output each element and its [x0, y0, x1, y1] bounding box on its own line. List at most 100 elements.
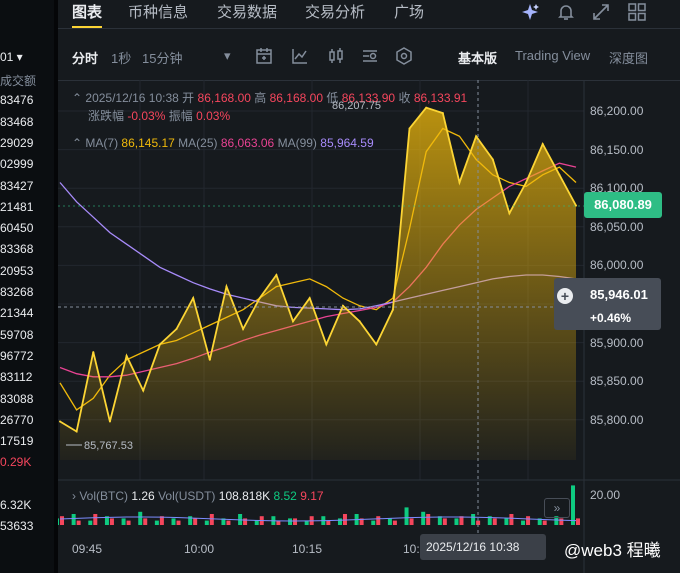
order-list-row: 6.32K: [0, 498, 32, 512]
volume-collapse-icon[interactable]: ›: [72, 489, 76, 503]
price-point: [208, 358, 211, 361]
volume-bar-up: [58, 518, 59, 525]
volume-bar-down: [442, 518, 447, 525]
x-tick-label: 10:15: [292, 542, 323, 556]
volume-bar-down: [176, 520, 181, 525]
volume-bar-up: [404, 507, 409, 525]
y-tick-label: 85,900.00: [590, 335, 644, 350]
vol-btc-value: 1.26: [131, 489, 155, 503]
interval-1s[interactable]: 1秒: [111, 48, 131, 67]
order-list-row: 83427: [0, 178, 34, 193]
y-tick-label: 85,800.00: [590, 412, 644, 427]
interval-line[interactable]: 分时: [72, 48, 98, 67]
order-list-row: 96772: [0, 348, 34, 363]
price-point: [308, 297, 311, 300]
volume-bar-up: [521, 520, 526, 525]
collapse-ma-icon[interactable]: ⌃: [72, 136, 82, 150]
tab-chart[interactable]: 图表: [72, 1, 102, 22]
chart-panel: 图表 币种信息 交易数据 交易分析 广场 分时 1秒 15分钟 ▾ 基本版 Tr…: [58, 0, 680, 573]
grid-icon[interactable]: [627, 2, 647, 22]
interval-15m[interactable]: 15分钟: [142, 48, 182, 67]
ma99-value: 85,964.59: [320, 136, 374, 150]
price-point: [558, 173, 561, 176]
calendar-icon[interactable]: [254, 46, 274, 66]
volume-bar-up: [421, 511, 426, 525]
volume-bar-up: [337, 518, 342, 525]
price-point: [108, 420, 111, 423]
volume-bar-down: [193, 518, 198, 525]
expand-icon[interactable]: [591, 2, 611, 22]
mode-depth[interactable]: 深度图: [609, 48, 648, 67]
volume-bar-down: [559, 518, 564, 525]
precision-dropdown[interactable]: 01 ▾: [0, 50, 23, 64]
volume-bar-up: [504, 518, 509, 525]
volume-bar-down: [492, 518, 497, 525]
add-alert-icon[interactable]: +: [557, 288, 573, 304]
top-tab-bar: 图表 币种信息 交易数据 交易分析 广场: [58, 0, 680, 29]
scroll-right-button[interactable]: »: [544, 498, 570, 518]
volume-bar-down: [409, 518, 414, 525]
candlestick-icon[interactable]: [326, 46, 346, 66]
high-marker: 86,207.75: [332, 100, 381, 112]
price-point: [75, 430, 78, 433]
settings-lines-icon[interactable]: [360, 46, 380, 66]
volume-bar-up: [454, 518, 459, 525]
watermark-text: @web3 程曦: [564, 541, 661, 560]
volume-bar-up: [288, 518, 293, 525]
mode-tradingview[interactable]: Trading View: [515, 48, 590, 63]
indicator-icon[interactable]: [290, 46, 310, 66]
price-point: [59, 420, 61, 423]
order-list-row: 83268: [0, 285, 34, 299]
order-list-row: 59708: [0, 327, 34, 342]
crosshair-price-box: + 85,946.01 +0.46%: [554, 278, 661, 330]
volume-bar-down: [326, 520, 331, 525]
amp-value: 0.03%: [196, 109, 231, 123]
last-price-badge: 86,080.89: [584, 192, 662, 218]
ma-info: ⌃ MA(7) 86,145.17 MA(25) 86,063.06 MA(99…: [72, 136, 374, 150]
hexagon-settings-icon[interactable]: [394, 46, 414, 66]
price-point: [142, 389, 145, 392]
interval-dropdown[interactable]: ▾: [224, 48, 231, 64]
volume-bar-up: [254, 520, 259, 525]
price-point: [425, 106, 428, 109]
tab-trading-data[interactable]: 交易数据: [217, 1, 277, 22]
volume-bar-down: [109, 518, 114, 525]
order-list-row: 02999: [0, 157, 34, 172]
volume-info: › Vol(BTC) 1.26 Vol(USDT) 108.818K 8.52 …: [72, 489, 324, 503]
price-point: [458, 181, 461, 184]
tab-trading-analysis[interactable]: 交易分析: [305, 1, 365, 22]
order-list-row: 21344: [0, 306, 34, 321]
tab-coin-info[interactable]: 币种信息: [128, 1, 188, 22]
volume-bar-up: [204, 520, 209, 525]
price-point: [391, 308, 394, 311]
ma99-label: MA(99): [277, 136, 317, 150]
order-list-row: 21481: [0, 199, 34, 214]
y-tick-label: 86,050.00: [590, 219, 644, 234]
price-point: [508, 212, 511, 215]
mode-basic[interactable]: 基本版: [458, 48, 497, 67]
open-value: 86,168.00: [197, 91, 251, 105]
amp-label: 振幅: [168, 109, 193, 123]
volume-bar-down: [509, 514, 514, 525]
price-point: [92, 351, 95, 354]
close-value: 86,133.91: [413, 91, 468, 105]
price-point: [258, 297, 261, 300]
price-point: [375, 343, 378, 346]
volume-bar-down: [60, 516, 64, 525]
price-point: [192, 297, 195, 300]
volume-bar-down: [542, 520, 547, 525]
tab-square[interactable]: 广场: [394, 1, 424, 22]
ai-sparkle-icon[interactable]: [521, 2, 541, 22]
high-value: 86,168.00: [269, 91, 324, 105]
order-list-row: 26770: [0, 412, 34, 427]
ma7-value: 86,145.17: [121, 136, 175, 150]
order-list-row: 20953: [0, 263, 34, 278]
collapse-icon[interactable]: ⌃: [72, 91, 82, 105]
price-point: [242, 327, 245, 330]
high-label: 高: [254, 91, 267, 105]
bell-icon[interactable]: [556, 2, 576, 22]
y-tick-label: 86,150.00: [590, 142, 644, 157]
change-label: 涨跌幅: [88, 109, 125, 123]
volume-bar-up: [121, 518, 126, 525]
order-list-row: 83368: [0, 242, 34, 257]
